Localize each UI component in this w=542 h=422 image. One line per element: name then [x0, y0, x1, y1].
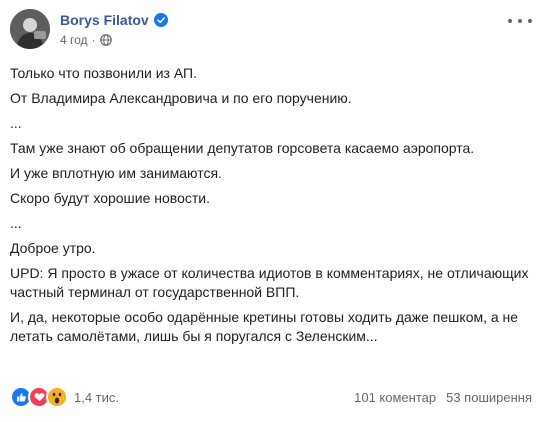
- post-paragraph: И уже вплотную им занимаются.: [10, 165, 222, 181]
- avatar[interactable]: [10, 9, 50, 49]
- dot-icon: [508, 19, 512, 23]
- wow-face-icon: [48, 388, 66, 406]
- author-name-text[interactable]: Borys Filatov: [60, 12, 149, 28]
- reactions-summary[interactable]: 1,4 тис.: [10, 386, 119, 408]
- comments-count[interactable]: 101 коментар: [354, 390, 436, 405]
- post-paragraph: Там уже знают об обращении депутатов гор…: [10, 140, 475, 156]
- wow-icon: [46, 386, 68, 408]
- post-paragraph: Доброе утро.: [10, 240, 96, 256]
- post-paragraph: ...: [10, 215, 22, 231]
- verified-badge-icon: [153, 13, 168, 27]
- author-name[interactable]: Borys Filatov: [60, 12, 168, 28]
- post-stats: 101 коментар 53 поширення: [354, 390, 532, 405]
- post-footer: 1,4 тис. 101 коментар 53 поширення: [10, 386, 532, 408]
- post-time[interactable]: 4 год: [60, 33, 88, 47]
- post-paragraph: Скоро будут хорошие новости.: [10, 190, 210, 206]
- post-paragraph: От Владимира Александровича и по его пор…: [10, 90, 352, 106]
- dot-icon: [518, 19, 522, 23]
- shares-count[interactable]: 53 поширення: [446, 390, 532, 405]
- more-options-button[interactable]: [508, 13, 532, 29]
- thumbs-up-icon: [16, 392, 26, 401]
- post-paragraph: UPD: Я просто в ужасе от количества идио…: [10, 265, 529, 300]
- reactions-count[interactable]: 1,4 тис.: [74, 390, 119, 405]
- avatar-photo: [10, 9, 50, 49]
- post-paragraph: Только что позвонили из АП.: [10, 65, 197, 81]
- post-paragraph: ...: [10, 115, 22, 131]
- post-header: Borys Filatov 4 год ·: [10, 9, 532, 55]
- meta-separator: ·: [91, 33, 96, 47]
- globe-icon[interactable]: [99, 34, 112, 46]
- post-meta: 4 год ·: [60, 33, 112, 47]
- heart-icon: [34, 393, 44, 402]
- post-paragraph: И, да, некоторые особо одарённые кретины…: [10, 309, 519, 344]
- dot-icon: [528, 19, 532, 23]
- post-text: Только что позвонили из АП. От Владимира…: [10, 64, 532, 352]
